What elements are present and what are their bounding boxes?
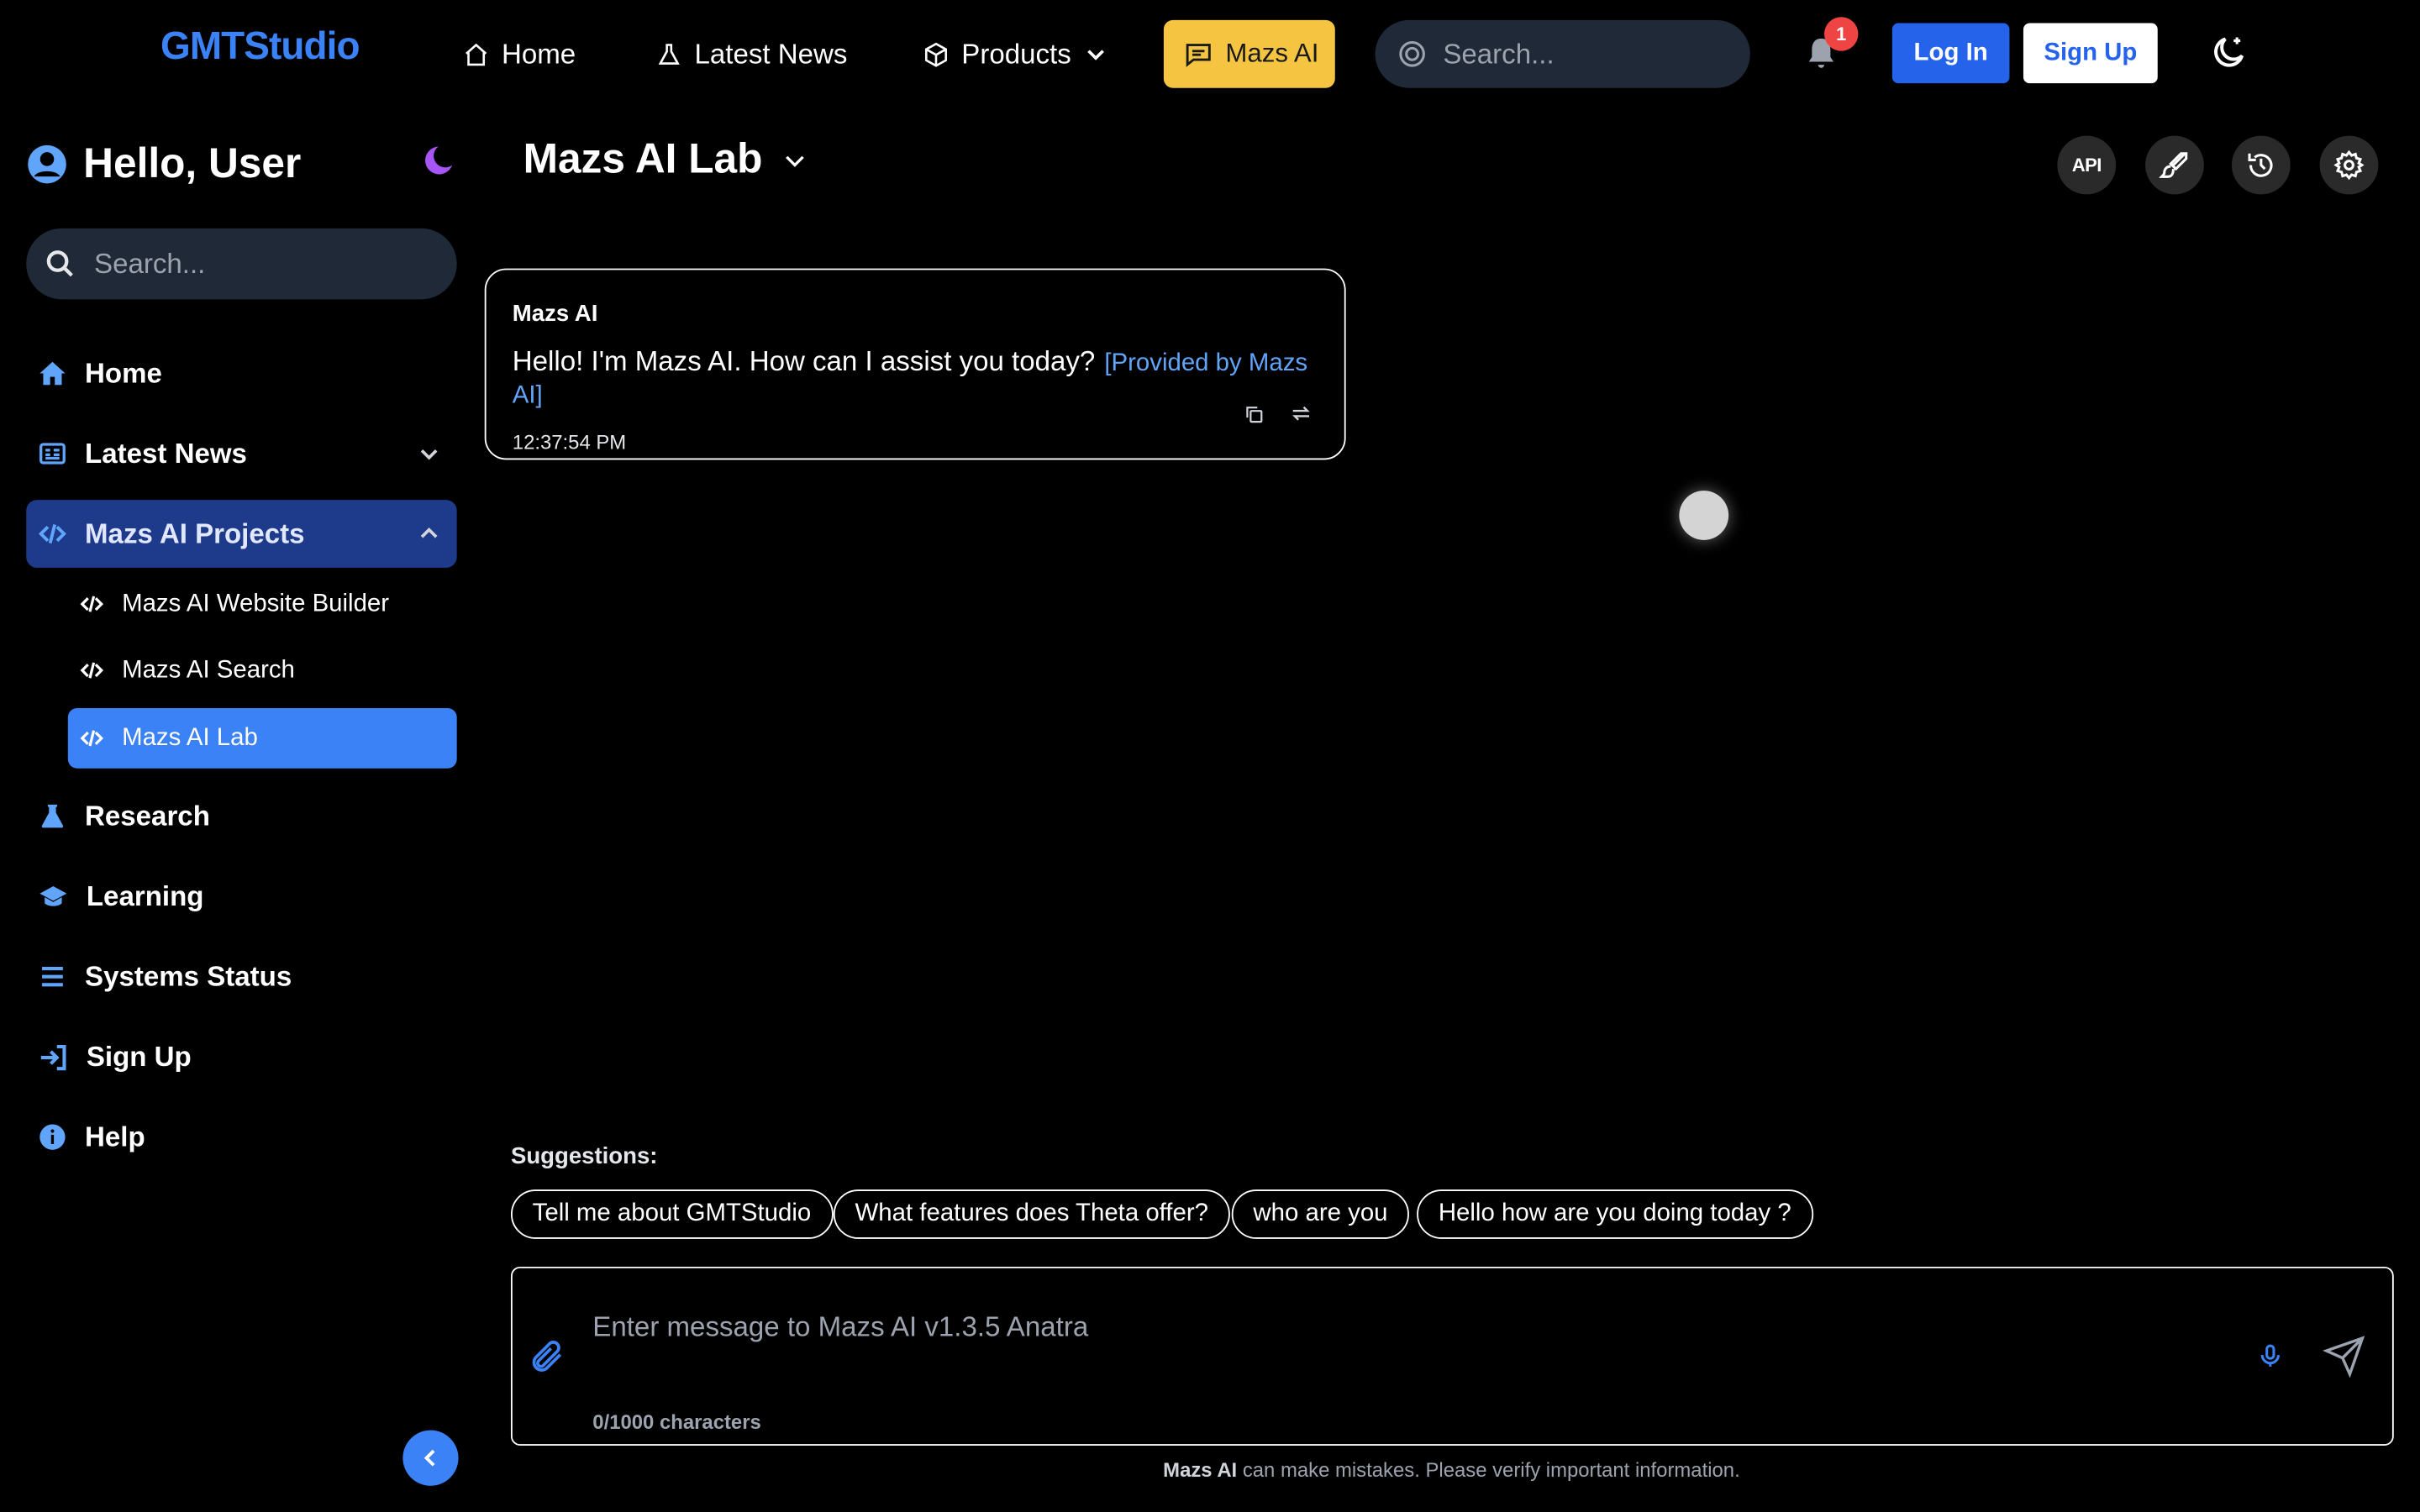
copy-icon[interactable] [1243, 402, 1265, 424]
sidebar-item-home[interactable]: Home [26, 339, 456, 407]
sidebar-item-label: Learning [86, 879, 204, 911]
disclaimer-brand: Mazs AI [1163, 1457, 1238, 1482]
regenerate-icon[interactable] [1291, 402, 1313, 424]
sidebar-item-label: Help [85, 1121, 145, 1152]
sidebar-item-label: Research [85, 800, 210, 832]
history-icon [2245, 150, 2276, 181]
history-button[interactable] [2231, 135, 2291, 195]
sidebar-item-latest-news[interactable]: Latest News [26, 420, 456, 488]
mazs-ai-button[interactable]: Mazs AI [1163, 19, 1335, 88]
code-icon [80, 592, 104, 616]
settings-button[interactable] [2319, 135, 2379, 195]
sidebar-item-sign-up[interactable]: Sign Up [26, 1023, 456, 1091]
ai-message-bubble: Mazs AI Hello! I'm Mazs AI. How can I as… [484, 268, 1346, 460]
nav-products-label: Products [961, 38, 1071, 69]
chevron-down-icon [1083, 42, 1107, 66]
signup-button[interactable]: Sign Up [2023, 23, 2158, 84]
message-text-row: Hello! I'm Mazs AI. How can I assist you… [513, 345, 1318, 410]
suggestion-chip[interactable]: Tell me about GMTStudio [510, 1189, 833, 1239]
chevron-down-icon [417, 441, 441, 465]
suggestion-chip[interactable]: who are you [1231, 1189, 1410, 1239]
info-icon [39, 1123, 66, 1151]
user-avatar-icon [26, 143, 68, 185]
newspaper-icon [39, 439, 66, 467]
paperclip-icon[interactable] [528, 1333, 565, 1379]
message-composer: 0/1000 characters [510, 1266, 2394, 1446]
list-icon [39, 963, 66, 990]
logo[interactable]: GMTStudio [160, 24, 360, 69]
graduation-cap-icon [39, 882, 68, 911]
brush-icon [2159, 150, 2191, 181]
suggestions-label: Suggestions: [510, 1143, 658, 1170]
message-sender: Mazs AI [512, 301, 598, 328]
microphone-icon[interactable] [2254, 1339, 2287, 1373]
nav-home-label: Home [501, 38, 576, 69]
api-button[interactable]: API [2057, 135, 2117, 195]
chevron-down-icon [781, 146, 808, 174]
sidebar-subitem-label: Mazs AI Website Builder [122, 590, 390, 617]
sidebar-subitem-label: Mazs AI Lab [122, 724, 258, 751]
lab-title-dropdown[interactable]: Mazs AI Lab [523, 136, 809, 184]
sidebar-item-label: Sign Up [86, 1040, 192, 1072]
nav-news-label: Latest News [694, 38, 848, 69]
search-icon [1397, 39, 1428, 70]
app-root: GMTStudio Home Latest News Products Mazs… [0, 0, 2420, 1512]
top-navbar: GMTStudio Home Latest News Products Mazs… [0, 0, 2420, 108]
nav-products-dropdown[interactable]: Products [923, 31, 1107, 77]
code-icon [80, 727, 104, 750]
disclaimer-text: can make mistakes. Please verify importa… [1237, 1457, 1740, 1482]
message-timestamp: 12:37:54 PM [512, 430, 627, 454]
sidebar-subitem-search[interactable]: Mazs AI Search [68, 640, 457, 701]
home-icon [463, 41, 489, 67]
character-count: 0/1000 characters [592, 1410, 761, 1434]
moon-stars-icon[interactable] [2207, 31, 2250, 74]
loading-indicator [1679, 491, 1729, 540]
mazs-ai-button-label: Mazs AI [1225, 38, 1319, 68]
sidebar-subitem-lab[interactable]: Mazs AI Lab [67, 708, 457, 769]
page-title: Mazs AI Lab [523, 135, 763, 182]
cube-icon [923, 41, 949, 67]
home-icon [39, 360, 66, 387]
notification-badge: 1 [1824, 17, 1859, 51]
sidebar-item-systems-status[interactable]: Systems Status [26, 942, 456, 1011]
nav-home-link[interactable]: Home [463, 31, 576, 77]
gear-icon [2333, 150, 2365, 181]
sidebar-item-learning[interactable]: Learning [26, 863, 456, 931]
sign-in-icon [39, 1042, 68, 1072]
flask-icon [656, 41, 682, 67]
api-icon: API [2071, 154, 2102, 176]
sidebar-item-label: Mazs AI Projects [85, 517, 305, 549]
sidebar-item-label: Home [85, 357, 162, 388]
nav-news-link[interactable]: Latest News [656, 31, 848, 77]
sidebar-item-help[interactable]: Help [26, 1103, 456, 1171]
login-button[interactable]: Log In [1891, 23, 2010, 84]
code-icon [38, 520, 66, 548]
sidebar-item-mazs-ai-projects[interactable]: Mazs AI Projects [26, 500, 457, 568]
moon-icon[interactable] [420, 140, 460, 181]
disclaimer: Mazs AI can make mistakes. Please verify… [0, 1458, 2420, 1482]
sidebar-search-input[interactable] [94, 247, 357, 281]
sidebar-item-label: Latest News [85, 437, 247, 469]
sidebar-item-label: Systems Status [85, 960, 292, 992]
chat-icon [1184, 39, 1213, 69]
search-icon [45, 249, 76, 280]
sidebar-item-research[interactable]: Research [26, 782, 456, 850]
top-search-input[interactable] [1443, 38, 1706, 71]
sidebar-subitem-website-builder[interactable]: Mazs AI Website Builder [68, 574, 457, 634]
code-icon [80, 659, 104, 682]
flask-icon [39, 802, 66, 830]
user-greeting: Hello, User [26, 136, 301, 192]
chevron-up-icon [417, 522, 441, 546]
top-search-bar[interactable] [1375, 19, 1750, 88]
sidebar-search-bar[interactable] [26, 228, 457, 300]
suggestion-chip[interactable]: What features does Theta offer? [833, 1189, 1230, 1239]
suggestion-chip[interactable]: Hello how are you doing today ? [1417, 1189, 1813, 1239]
greeting-text: Hello, User [83, 139, 302, 186]
message-text: Hello! I'm Mazs AI. How can I assist you… [512, 345, 1096, 377]
send-icon[interactable] [2321, 1333, 2367, 1379]
message-input[interactable] [592, 1311, 2213, 1344]
sidebar-subitem-label: Mazs AI Search [122, 656, 295, 683]
customize-button[interactable] [2145, 135, 2204, 195]
